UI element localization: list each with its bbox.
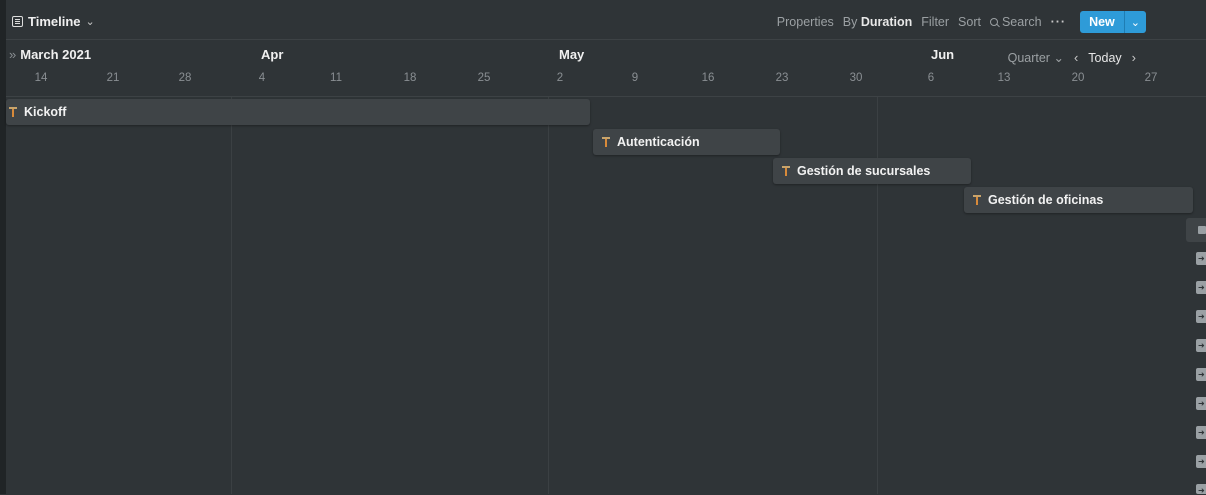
- open-offscreen-task-button[interactable]: ➜: [1196, 310, 1206, 323]
- day-label: 4: [258, 72, 266, 84]
- month-gridline: [548, 97, 549, 494]
- day-label: 2: [556, 72, 564, 84]
- chevron-down-icon: ⌄: [1130, 16, 1140, 29]
- month-june: Jun: [931, 47, 955, 62]
- open-arrow-icon: [1198, 226, 1206, 234]
- open-offscreen-task-button[interactable]: [1186, 218, 1206, 242]
- open-offscreen-task-button[interactable]: ➜: [1196, 368, 1206, 381]
- today-button[interactable]: Today: [1088, 51, 1121, 65]
- day-header: 14 21 28 4 11 18 25 2 9 16 23 30 6 13 20…: [6, 72, 1206, 90]
- open-arrow-icon: ➜: [1198, 283, 1205, 292]
- day-label: 25: [477, 72, 491, 84]
- chevron-down-icon: ⌄: [85, 16, 95, 28]
- open-arrow-icon: ➜: [1198, 486, 1205, 495]
- day-label: 9: [631, 72, 639, 84]
- month-april: Apr: [261, 47, 284, 62]
- task-bar-gestion-oficinas[interactable]: Gestión de oficinas: [964, 187, 1193, 213]
- day-label: 18: [403, 72, 417, 84]
- task-bar-autenticacion[interactable]: Autenticación: [593, 129, 780, 155]
- search-icon: [989, 18, 998, 26]
- search-label: Search: [1001, 15, 1042, 29]
- day-label: 30: [849, 72, 863, 84]
- day-label: 21: [106, 72, 120, 84]
- group-by-prefix: By: [842, 15, 858, 29]
- properties-button[interactable]: Properties: [777, 15, 834, 29]
- open-arrow-icon: ➜: [1198, 341, 1205, 350]
- zoom-label: Quarter: [1007, 51, 1050, 65]
- top-toolbar: Timeline ⌄ Properties By Duration Filter…: [6, 5, 1206, 40]
- day-label: 11: [330, 72, 342, 84]
- open-offscreen-task-button[interactable]: ➜: [1196, 455, 1206, 468]
- open-arrow-icon: ➜: [1198, 312, 1205, 321]
- task-icon: [9, 107, 17, 117]
- task-icon: [973, 195, 981, 205]
- task-title: Autenticación: [617, 135, 700, 149]
- month-gridline: [231, 97, 232, 494]
- new-button[interactable]: New: [1080, 11, 1124, 33]
- sort-button[interactable]: Sort: [958, 15, 981, 29]
- task-title: Gestión de sucursales: [797, 164, 931, 178]
- group-by-button[interactable]: By Duration: [843, 15, 912, 29]
- open-arrow-icon: ➜: [1198, 254, 1205, 263]
- open-arrow-icon: ➜: [1198, 457, 1205, 466]
- day-label: 28: [178, 72, 192, 84]
- task-icon: [602, 137, 610, 147]
- month-label: March 2021: [20, 47, 92, 62]
- open-arrow-icon: ➜: [1198, 428, 1205, 437]
- day-label: 14: [34, 72, 48, 84]
- timeline-navigation: Quarter ⌄ ‹ Today ›: [1008, 50, 1136, 65]
- month-march: » March 2021: [9, 47, 91, 62]
- header-divider: [6, 96, 1206, 97]
- group-by-value: Duration: [860, 15, 913, 29]
- day-label: 16: [701, 72, 715, 84]
- chevron-down-icon: ⌄: [1053, 51, 1064, 65]
- month-may: May: [559, 47, 585, 62]
- day-label: 23: [775, 72, 789, 84]
- zoom-select[interactable]: Quarter ⌄: [1008, 50, 1064, 65]
- month-gridline: [877, 97, 878, 494]
- open-arrow-icon: ➜: [1198, 370, 1205, 379]
- open-offscreen-task-button[interactable]: ➜: [1196, 281, 1206, 294]
- day-label: 27: [1144, 72, 1158, 84]
- more-options-button[interactable]: ···: [1051, 15, 1067, 29]
- view-switcher[interactable]: Timeline ⌄: [12, 14, 95, 29]
- open-offscreen-task-button[interactable]: ➜: [1196, 339, 1206, 352]
- filter-button[interactable]: Filter: [921, 15, 949, 29]
- new-button-group: New ⌄: [1080, 11, 1146, 33]
- task-bar-kickoff[interactable]: Kickoff: [6, 99, 590, 125]
- open-offscreen-task-button[interactable]: ➜: [1196, 426, 1206, 439]
- task-icon: [782, 166, 790, 176]
- task-bar-gestion-sucursales[interactable]: Gestión de sucursales: [773, 158, 971, 184]
- task-title: Kickoff: [24, 105, 67, 119]
- collapse-sidebar-icon[interactable]: »: [9, 47, 16, 62]
- open-offscreen-task-button[interactable]: ➜: [1196, 397, 1206, 410]
- day-label: 6: [927, 72, 935, 84]
- timeline-view-icon: [12, 16, 23, 27]
- view-actions: Properties By Duration Filter Sort Searc…: [768, 11, 1146, 33]
- view-name: Timeline: [28, 14, 81, 29]
- day-label: 13: [997, 72, 1011, 84]
- open-offscreen-task-button[interactable]: ➜: [1196, 252, 1206, 265]
- search-button[interactable]: Search: [989, 15, 1042, 29]
- day-label: 20: [1071, 72, 1085, 84]
- open-offscreen-task-button[interactable]: ➜: [1196, 484, 1206, 495]
- task-title: Gestión de oficinas: [988, 193, 1104, 207]
- chevron-left-icon[interactable]: ‹: [1074, 50, 1078, 65]
- chevron-right-icon[interactable]: ›: [1132, 50, 1136, 65]
- open-arrow-icon: ➜: [1198, 399, 1205, 408]
- new-dropdown-button[interactable]: ⌄: [1123, 11, 1146, 33]
